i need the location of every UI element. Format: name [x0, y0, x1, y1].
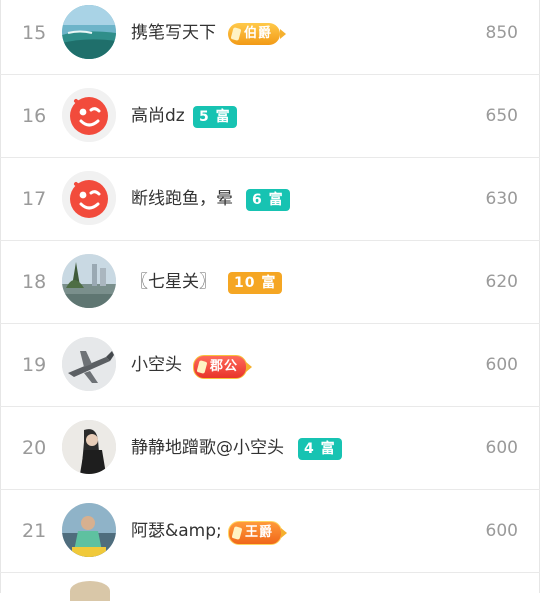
rank-number: 18 [22, 271, 47, 293]
wealth-badge: 10 富 [228, 272, 283, 294]
avatar[interactable] [62, 420, 116, 474]
user-name[interactable]: 断线跑鱼，晕 [131, 158, 233, 240]
score: 630 [485, 189, 518, 209]
user-name[interactable]: 〖七星关〗 [131, 241, 216, 323]
noble-badge: 王爵 [228, 521, 288, 545]
avatar[interactable] [62, 171, 116, 225]
list-item[interactable]: 20 静静地蹭歌@小空头 4 富 600 [0, 407, 540, 490]
rank-number: 15 [22, 22, 47, 44]
score: 600 [485, 438, 518, 458]
wealth-badge: 6 富 [246, 189, 290, 211]
avatar[interactable] [62, 337, 116, 391]
score: 600 [485, 355, 518, 375]
score: 620 [485, 272, 518, 292]
score: 850 [485, 23, 518, 43]
user-name[interactable]: 高尚dz [131, 75, 185, 157]
avatar[interactable] [62, 503, 116, 557]
rank-number: 21 [22, 520, 47, 542]
score: 650 [485, 106, 518, 126]
ranking-list: 15 携笔写天下 伯爵 850 16 高尚dz 5 富 650 17 断线跑鱼，… [0, 0, 540, 573]
list-item[interactable]: 21 阿瑟&amp; 王爵 600 [0, 490, 540, 573]
wealth-badge: 4 富 [298, 438, 342, 460]
next-avatar-partial [70, 581, 110, 601]
user-name[interactable]: 小空头 [131, 324, 182, 406]
score: 600 [485, 521, 518, 541]
avatar[interactable] [62, 254, 116, 308]
list-item[interactable]: 19 小空头 郡公 600 [0, 324, 540, 407]
list-item[interactable]: 18 〖七星关〗 10 富 620 [0, 241, 540, 324]
noble-badge: 伯爵 [228, 23, 287, 45]
user-name[interactable]: 阿瑟&amp; [131, 490, 222, 572]
list-item[interactable]: 15 携笔写天下 伯爵 850 [0, 0, 540, 75]
list-item[interactable]: 17 断线跑鱼，晕 6 富 630 [0, 158, 540, 241]
avatar[interactable] [62, 88, 116, 142]
avatar[interactable] [62, 5, 116, 59]
user-name[interactable]: 携笔写天下 [131, 0, 216, 74]
rank-number: 20 [22, 437, 47, 459]
noble-badge: 郡公 [193, 355, 253, 379]
user-name[interactable]: 静静地蹭歌@小空头 [131, 407, 284, 489]
list-item[interactable]: 16 高尚dz 5 富 650 [0, 75, 540, 158]
rank-number: 19 [22, 354, 47, 376]
wealth-badge: 5 富 [193, 106, 237, 128]
rank-number: 17 [22, 188, 47, 210]
rank-number: 16 [22, 105, 47, 127]
